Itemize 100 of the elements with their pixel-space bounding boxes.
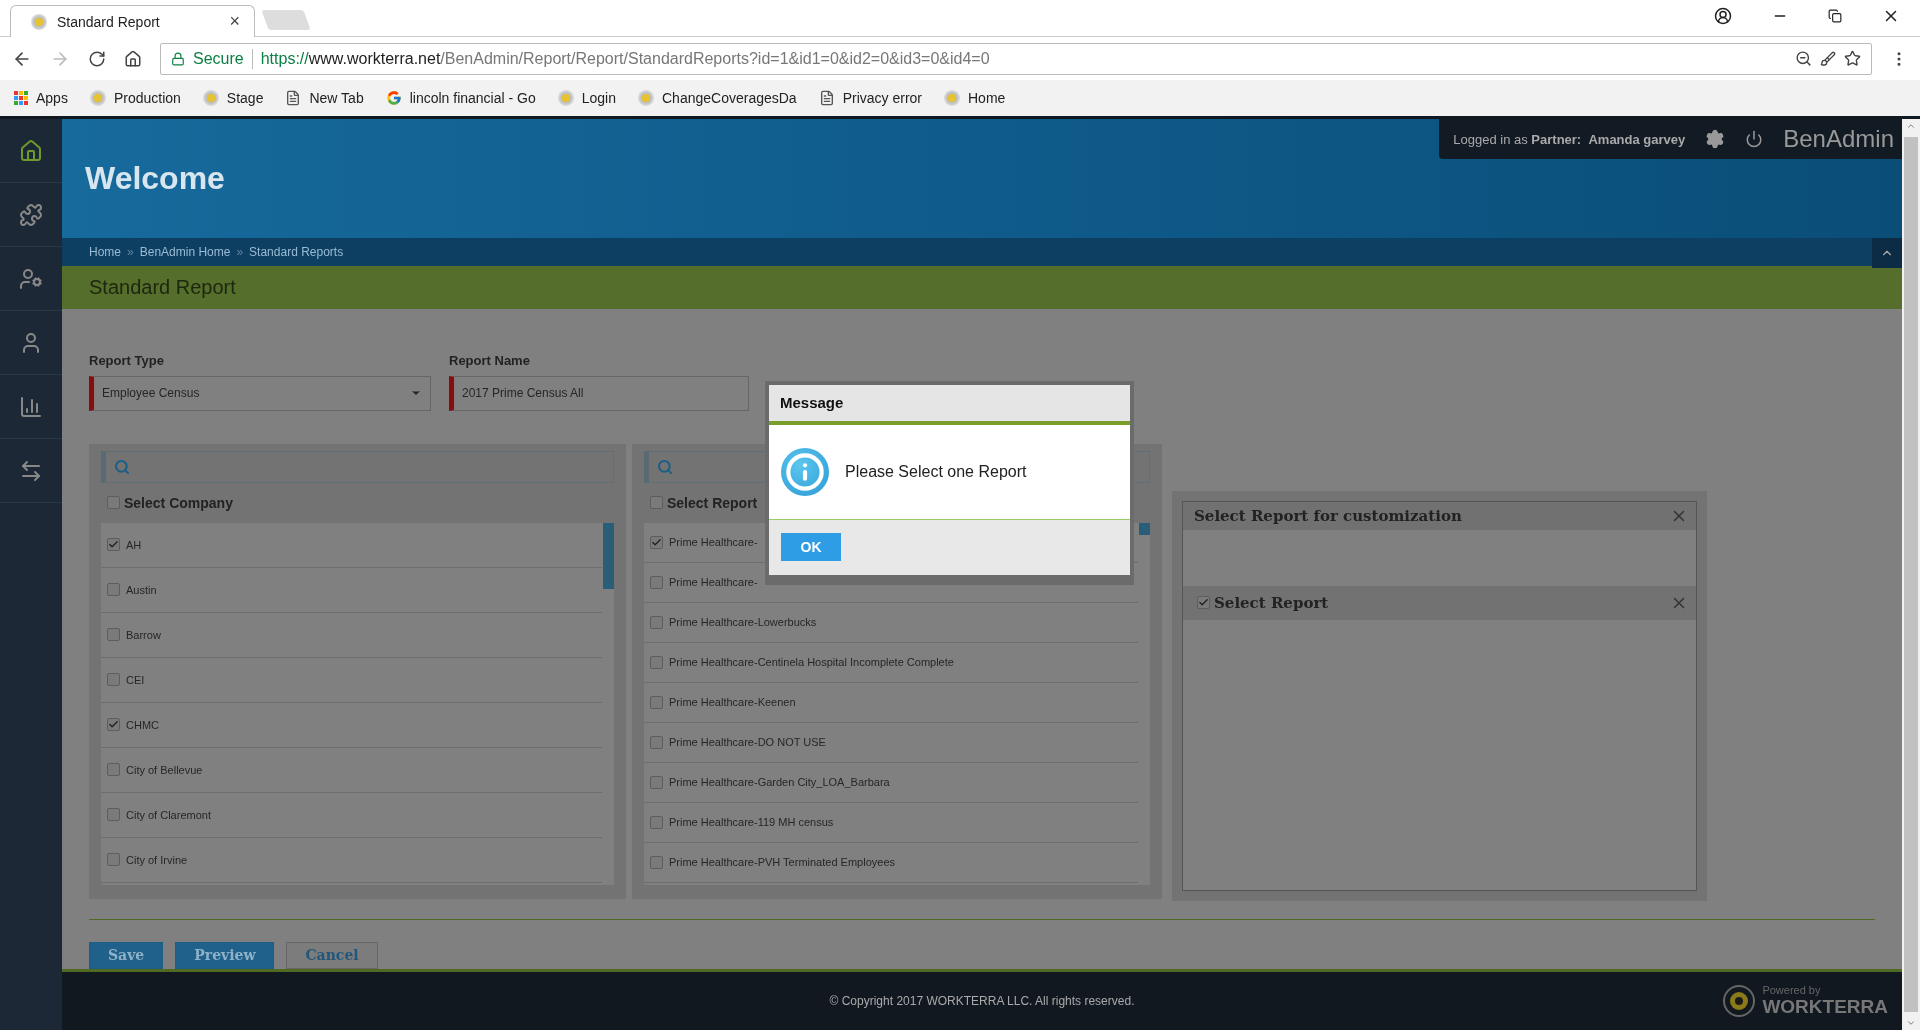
checkbox[interactable] xyxy=(650,815,663,829)
site-icon xyxy=(557,90,574,106)
site-icon xyxy=(638,90,654,106)
google-icon xyxy=(385,90,402,106)
bookmark[interactable]: lincoln financial - Go xyxy=(385,90,536,106)
bookmark[interactable]: Privacy error xyxy=(818,90,922,106)
powered-by-text: Powered by xyxy=(1762,983,1822,996)
search-icon xyxy=(114,458,130,475)
checkbox[interactable] xyxy=(650,855,663,869)
breadcrumb-link[interactable]: BenAdmin Home xyxy=(139,245,231,260)
scroll-thumb[interactable] xyxy=(603,522,614,589)
list-item-label: Prime Healthcare-DO NOT USE xyxy=(669,736,826,749)
bookmark[interactable]: Stage xyxy=(202,90,264,106)
list-item-label: AH xyxy=(126,538,142,551)
breadcrumb-link[interactable]: Standard Reports xyxy=(249,245,344,260)
home-icon[interactable] xyxy=(124,49,142,68)
dialog-message: Please Select one Report xyxy=(845,462,1027,481)
bookmark[interactable]: Login xyxy=(557,90,616,106)
scroll-down-icon[interactable] xyxy=(1906,1018,1916,1028)
bookmark[interactable]: Apps xyxy=(14,90,68,106)
panel-header: Select Company xyxy=(124,494,233,511)
page-icon xyxy=(818,90,835,106)
panel-header: Select Report xyxy=(667,494,758,511)
list-item-label: Prime Healthcare- xyxy=(669,576,758,589)
section-label: Select Report xyxy=(1214,593,1329,612)
list-item-label: Prime Healthcare-Keenen xyxy=(669,696,796,709)
breadcrumb-link[interactable]: Home xyxy=(89,245,121,260)
search-icon xyxy=(657,458,673,475)
panel-title: Select Report for customization xyxy=(1194,506,1462,525)
field-label: Report Type xyxy=(89,352,165,368)
list-item-label: Prime Healthcare-119 MH census xyxy=(669,816,834,829)
checkbox[interactable] xyxy=(107,673,120,687)
page-icon xyxy=(285,90,302,106)
checkbox[interactable] xyxy=(650,775,663,789)
home-icon[interactable] xyxy=(19,138,43,163)
list-item-label: CEI xyxy=(126,673,145,686)
user-settings-icon[interactable] xyxy=(19,266,43,291)
checkbox[interactable] xyxy=(650,535,663,549)
bookmark[interactable]: Production xyxy=(89,90,181,106)
list-item-label: City of Claremont xyxy=(126,808,211,821)
collapse-button[interactable] xyxy=(1872,238,1902,269)
settings-icon[interactable] xyxy=(1705,129,1726,149)
profile-icon[interactable] xyxy=(1714,7,1732,25)
list-item-label: Prime Healthcare- xyxy=(669,536,758,549)
checkbox[interactable] xyxy=(650,496,663,510)
scroll-thumb[interactable] xyxy=(1139,522,1150,535)
star-icon[interactable] xyxy=(1844,50,1861,67)
list-item-label: Austin xyxy=(126,583,157,596)
checkbox[interactable] xyxy=(650,735,663,749)
site-icon xyxy=(202,90,219,106)
checkbox[interactable] xyxy=(107,718,120,732)
checkbox[interactable] xyxy=(650,655,663,669)
close-icon[interactable]: × xyxy=(229,11,240,32)
scroll-up-icon[interactable] xyxy=(1906,121,1916,131)
bookmark[interactable]: ChangeCoveragesDa xyxy=(638,90,797,106)
restore-icon[interactable] xyxy=(1828,9,1842,23)
bookmark[interactable]: Home xyxy=(944,90,1006,106)
lock-icon xyxy=(171,51,185,66)
scrollbar[interactable] xyxy=(1902,119,1920,1030)
checkbox[interactable] xyxy=(650,695,663,709)
power-icon[interactable] xyxy=(1745,130,1764,148)
search-field[interactable] xyxy=(101,450,614,483)
secure-label: Secure xyxy=(193,49,244,68)
arrows-icon[interactable] xyxy=(19,458,43,483)
checkbox[interactable] xyxy=(107,763,120,777)
checkbox[interactable] xyxy=(107,496,120,510)
checkbox[interactable] xyxy=(650,615,663,629)
checkbox[interactable] xyxy=(650,575,663,589)
list-item-label: City of Irvine xyxy=(126,853,188,866)
site-icon xyxy=(89,90,106,106)
breadcrumb-separator: » xyxy=(236,245,244,260)
list-item-label: Prime Healthcare-Garden City_LOA_Barbara xyxy=(669,776,890,789)
list-item-label: Barrow xyxy=(126,628,161,641)
page-title: Standard Report xyxy=(89,276,236,300)
apps-icon xyxy=(14,91,28,105)
address-bar[interactable]: Secure https://www.workterra.net/BenAdmin/Report/Report/StandardReports?id=1&id1=0&id2=0&id3=0&id4=0 xyxy=(160,42,1872,75)
copyright-text: © Copyright 2017 WORKTERRA LLC. All rights reserved. xyxy=(829,993,1135,1008)
zoom-out-icon[interactable] xyxy=(1795,50,1812,67)
brush-icon[interactable] xyxy=(1820,50,1836,67)
checkbox[interactable] xyxy=(1197,596,1210,610)
dialog-title: Message xyxy=(780,394,844,412)
checkbox[interactable] xyxy=(107,628,120,642)
bookmark[interactable]: New Tab xyxy=(285,90,364,106)
list-item-label: Prime Healthcare-Lowerbucks xyxy=(669,616,817,629)
report-type-select[interactable]: Employee Census xyxy=(89,375,431,411)
checkbox[interactable] xyxy=(107,583,120,597)
browser-tab[interactable]: Standard Report × xyxy=(10,5,255,37)
report-name-field[interactable]: 2017 Prime Census All xyxy=(449,375,749,411)
puzzle-icon[interactable] xyxy=(19,202,43,227)
list-item-label: City of Bellevue xyxy=(126,763,203,776)
bar-chart-icon[interactable] xyxy=(19,394,43,419)
reload-icon[interactable] xyxy=(88,49,106,68)
checkbox[interactable] xyxy=(107,853,120,867)
site-icon xyxy=(944,90,960,106)
list-item-label: CHMC xyxy=(126,718,159,731)
checkbox[interactable] xyxy=(107,808,120,822)
logged-in-text: Logged in as Partner: Amanda garvey xyxy=(1453,131,1686,147)
url-text: https://www.workterra.net/BenAdmin/Report/Report/StandardReports?id=1&id1=0&id2=0&id3=0&id4=0 xyxy=(260,49,991,68)
checkbox[interactable] xyxy=(107,538,120,552)
footer-brand: WORKTERRA xyxy=(1762,995,1888,1018)
